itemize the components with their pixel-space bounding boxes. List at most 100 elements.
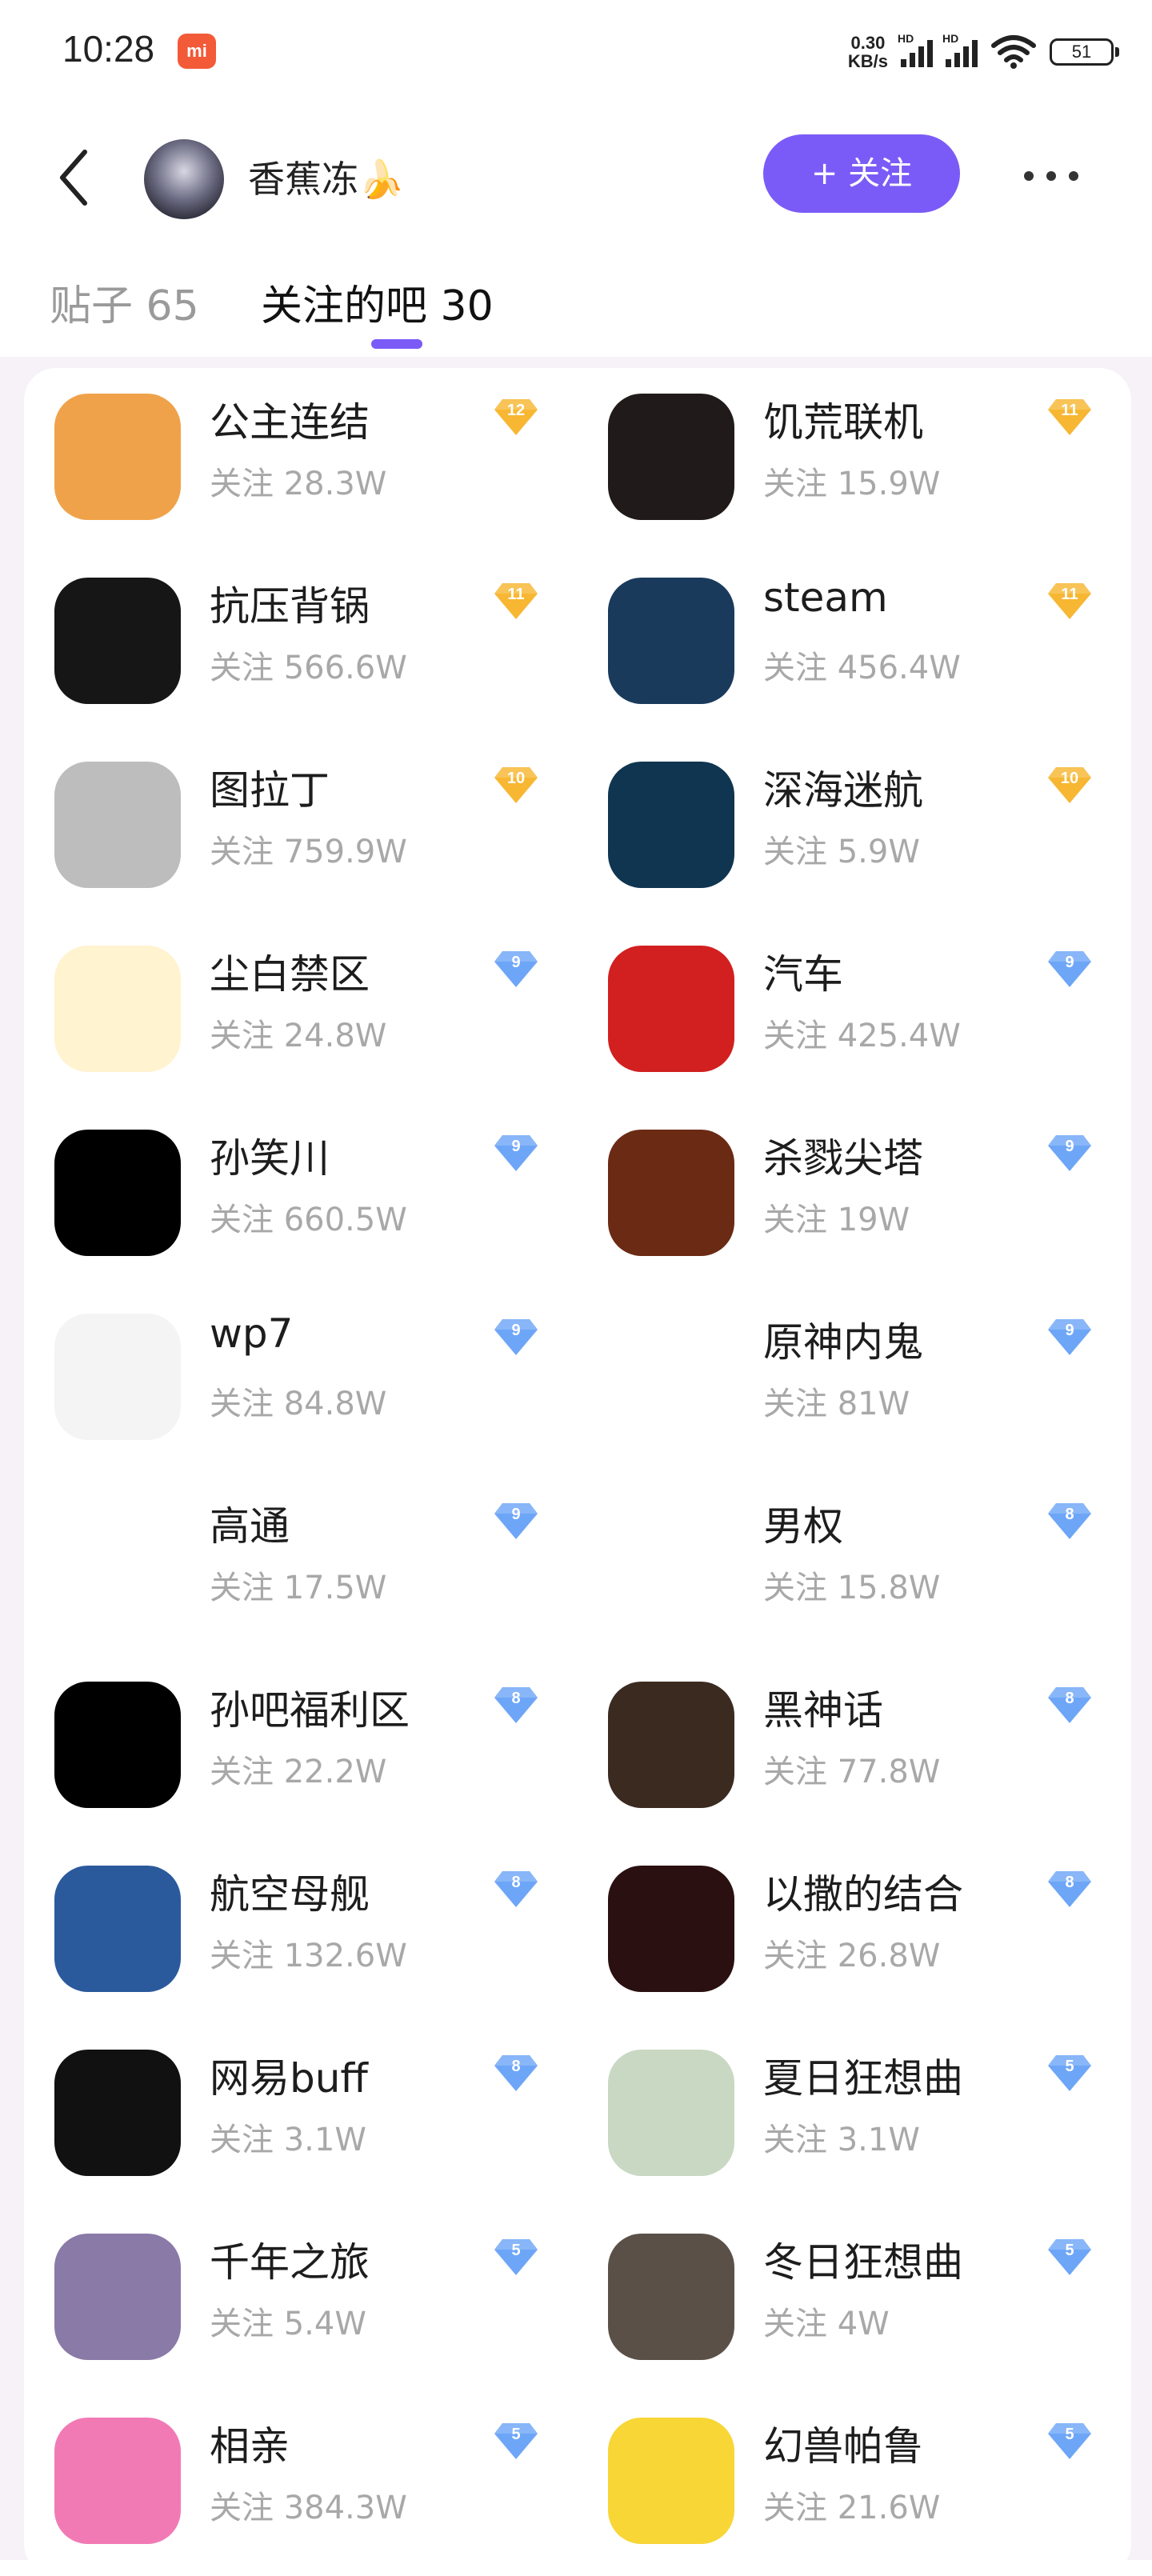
level-badge: 8 [493, 1869, 539, 1909]
bar-follower-count: 关注 19W [763, 1202, 910, 1238]
network-speed: 0.30 KB/s [847, 33, 888, 71]
bar-name: 尘白禁区 [210, 951, 370, 998]
bar-name: 饥荒联机 [763, 399, 923, 446]
mi-app-icon: mi [178, 34, 216, 69]
wifi-icon [991, 35, 1036, 69]
level-number: 8 [1065, 1506, 1074, 1523]
tab-followed-bars[interactable]: 关注的吧 30 [261, 272, 494, 332]
bar-follower-count: 关注 21.6W [763, 2490, 941, 2526]
bar-follower-count: 关注 3.1W [210, 2122, 366, 2158]
bar-follower-count: 关注 81W [763, 1386, 910, 1422]
level-badge: 11 [493, 581, 539, 621]
bar-list-item[interactable]: 杀戮尖塔 关注 19W 9 [578, 1104, 1131, 1288]
monkey-king-icon [608, 1682, 734, 1808]
level-badge: 9 [1046, 949, 1093, 989]
level-badge: 9 [493, 949, 539, 989]
steam-logo-icon [608, 578, 734, 704]
bar-list-item[interactable]: 夏日狂想曲 关注 3.1W 5 [578, 2024, 1131, 2208]
bar-list-item[interactable]: 孙笑川 关注 660.5W 9 [24, 1104, 578, 1288]
more-options-icon[interactable] [1024, 171, 1078, 181]
bar-list-item[interactable]: 孙吧福利区 关注 22.2W 8 [24, 1656, 578, 1840]
bar-list-item[interactable]: 男权 关注 15.8W 8 [578, 1472, 1131, 1656]
bar-name: 孙笑川 [210, 1135, 330, 1182]
bar-list-item[interactable]: 以撒的结合关注 26.8W 8 [578, 1840, 1131, 2024]
bar-name: 幻兽帕鲁 [763, 2423, 923, 2470]
bar-list-item[interactable]: 汽车 关注 425.4W 9 [578, 920, 1131, 1104]
level-number: 5 [1065, 2058, 1074, 2075]
level-number: 8 [511, 1874, 521, 1891]
bar-follower-count: 关注 28.3W [210, 466, 387, 502]
active-tab-indicator [371, 339, 422, 349]
bar-list-item[interactable]: 尘白禁区关注 24.8W 9 [24, 920, 578, 1104]
chibi-girl-icon [54, 946, 181, 1072]
bar-list-item[interactable]: 千年之旅 关注 5.4W 5 [24, 2208, 578, 2392]
bar-name: 千年之旅 [210, 2239, 370, 2286]
level-badge: 12 [493, 397, 539, 437]
winter-girl-icon [608, 2234, 734, 2360]
level-number: 5 [1065, 2242, 1074, 2259]
back-arrow-icon[interactable] [54, 147, 94, 208]
level-badge: 5 [493, 2237, 539, 2277]
status-indicators: 0.30 KB/s HD HD 51 [847, 29, 1119, 75]
username: 香蕉冻🍌 [248, 158, 405, 201]
hand-icon [54, 1682, 181, 1808]
slay-the-spire-icon [608, 1130, 734, 1256]
level-badge: 5 [1046, 2421, 1093, 2461]
buff-logo-icon [54, 2050, 181, 2176]
grey-box-icon [54, 762, 181, 888]
summer-girls-icon [608, 2050, 734, 2176]
bar-list-item[interactable]: 饥荒联机 关注 15.9W 11 [578, 368, 1131, 552]
level-number: 9 [1065, 954, 1074, 971]
ocean-leviathan-icon [608, 762, 734, 888]
bar-list-item[interactable]: 相亲 关注 384.3W 5 [24, 2392, 578, 2576]
bar-follower-count: 关注 22.2W [210, 1754, 387, 1790]
level-number: 8 [1065, 1690, 1074, 1707]
bar-list-item[interactable]: steam 关注 456.4W 11 [578, 552, 1131, 736]
bar-follower-count: 关注 566.6W [210, 650, 407, 686]
level-number: 8 [1065, 1874, 1074, 1891]
bar-list-item[interactable]: 图拉丁 关注 759.9W 10 [24, 736, 578, 920]
bar-list-item[interactable]: 冬日狂想曲 关注 4W 5 [578, 2208, 1131, 2392]
level-number: 11 [1061, 586, 1078, 603]
bar-list-item[interactable]: 幻兽帕鲁关注 21.6W 5 [578, 2392, 1131, 2576]
bar-name: steam [763, 574, 888, 621]
level-badge: 9 [493, 1133, 539, 1173]
bar-list-item[interactable]: 深海迷航 关注 5.9W 10 [578, 736, 1131, 920]
bar-list-item[interactable]: 抗压背锅关注 566.6W 11 [24, 552, 578, 736]
bar-list-item[interactable]: 网易buff 关注 3.1W 8 [24, 2024, 578, 2208]
level-number: 10 [1060, 770, 1079, 787]
level-badge: 10 [493, 765, 539, 805]
level-badge: 8 [1046, 1685, 1093, 1725]
level-number: 8 [511, 2058, 521, 2075]
level-number: 9 [1065, 1322, 1074, 1339]
level-number: 11 [1061, 402, 1078, 419]
palworld-creature-icon [608, 2418, 734, 2544]
bar-list-item[interactable]: 原神内鬼关注 81W 9 [578, 1288, 1131, 1472]
level-number: 9 [511, 1138, 521, 1155]
bar-follower-count: 关注 26.8W [763, 1938, 941, 1974]
bar-list-item[interactable]: 航空母舰 关注 132.6W 8 [24, 1840, 578, 2024]
level-number: 5 [511, 2426, 521, 2443]
bar-list-item[interactable]: 黑神话 关注 77.8W 8 [578, 1656, 1131, 1840]
avatar[interactable] [144, 139, 224, 219]
bar-name: 原神内鬼 [763, 1319, 923, 1366]
aircraft-carrier-icon [54, 1866, 181, 1992]
bar-list-item[interactable]: wp7 关注 84.8W 9 [24, 1288, 578, 1472]
bar-follower-count: 关注 24.8W [210, 1018, 387, 1054]
level-number: 11 [507, 586, 525, 603]
bar-name: 抗压背锅 [210, 583, 370, 630]
bar-list-item[interactable]: 高通 关注 17.5W 9 [24, 1472, 578, 1656]
bar-name: 孙吧福利区 [210, 1687, 410, 1734]
bar-name: 以撒的结合 [763, 1871, 963, 1918]
level-badge: 11 [1046, 397, 1093, 437]
bar-name: 相亲 [210, 2423, 290, 2470]
bar-list-item[interactable]: 公主连结 关注 28.3W 12 [24, 368, 578, 552]
bar-follower-count: 关注 17.5W [210, 1570, 387, 1606]
hearts-icon [54, 2418, 181, 2544]
level-badge: 11 [1046, 581, 1093, 621]
tab-posts[interactable]: 贴子 65 [50, 272, 199, 332]
level-number: 12 [506, 402, 526, 419]
bar-name: 男权 [763, 1503, 843, 1550]
signal-icon: HD [898, 32, 933, 67]
follow-button[interactable]: + 关注 [763, 134, 960, 213]
